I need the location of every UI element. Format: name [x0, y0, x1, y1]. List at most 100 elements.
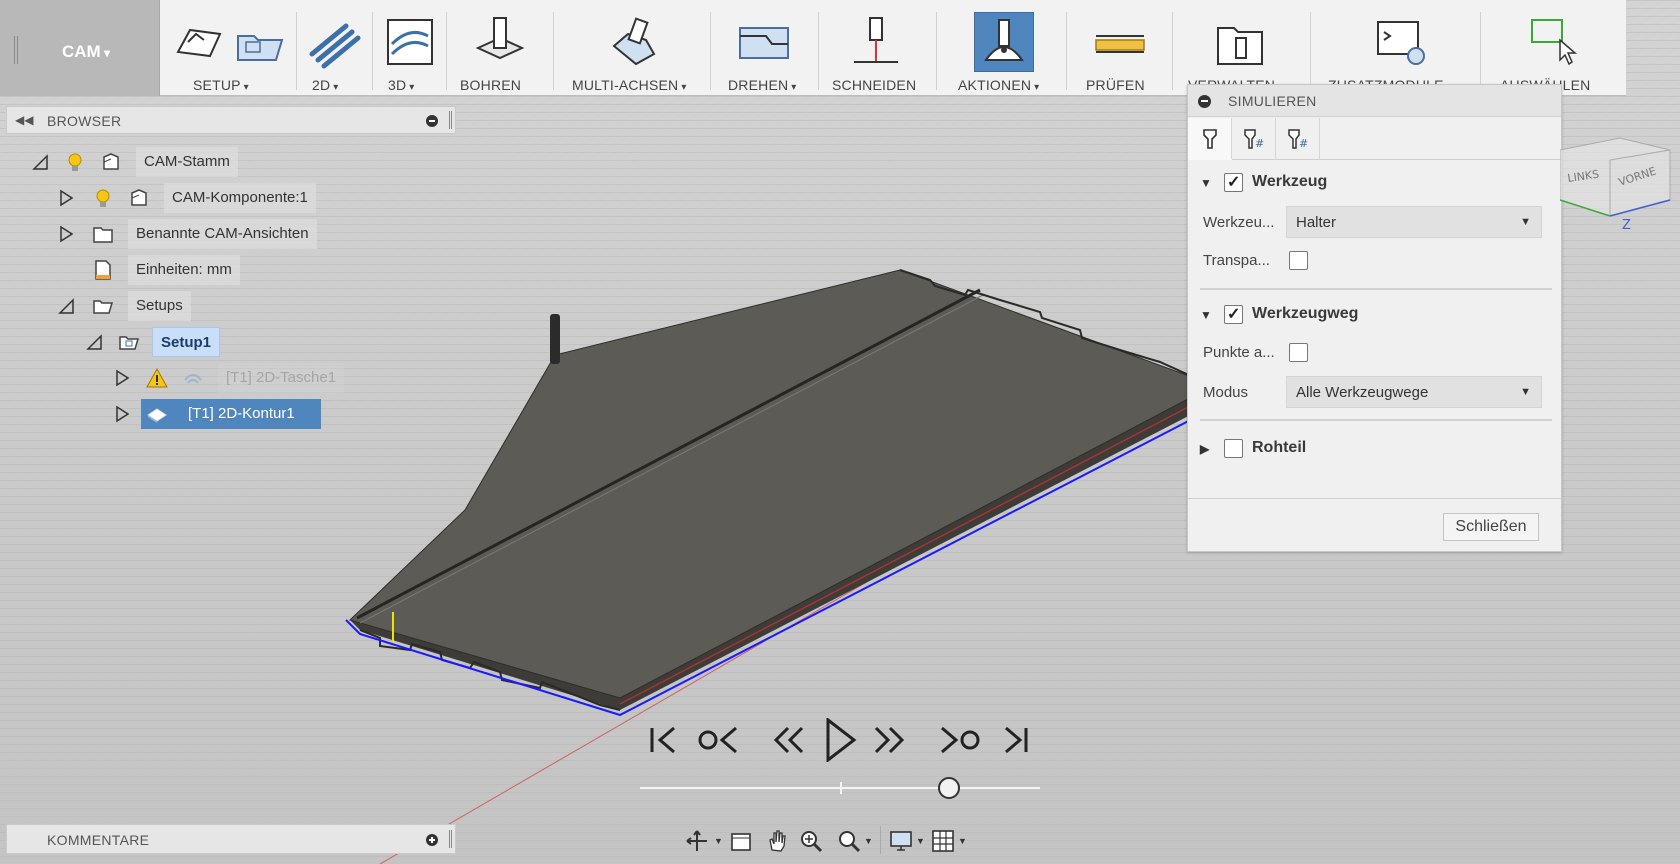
- toolbar-group-auswaehlen[interactable]: AUSWÄHLEN: [1484, 0, 1624, 96]
- tool-display-icon: [1203, 129, 1217, 149]
- select-cursor-icon[interactable]: [1528, 14, 1584, 70]
- collapsed-triangle-icon[interactable]: [114, 405, 130, 423]
- section-stock[interactable]: ▶ Rohteil: [1200, 437, 1540, 461]
- viewcube[interactable]: LINKS VORNE Z: [1559, 120, 1680, 233]
- tree-item-cam-component[interactable]: CAM-Komponente:1: [58, 183, 358, 213]
- toolbar-group-2d[interactable]: 2D: [300, 0, 370, 96]
- simulate-tabs: # #: [1188, 118, 1561, 160]
- folder-icon: [93, 227, 113, 243]
- dropdown-arrow-icon[interactable]: ▼: [916, 836, 925, 846]
- addins-script-icon[interactable]: [1372, 14, 1428, 70]
- component-icon: [103, 153, 119, 170]
- collapse-panel-icon[interactable]: ◀◀: [15, 113, 33, 127]
- play-icon[interactable]: [822, 718, 858, 762]
- 3d-milling-icon[interactable]: [382, 14, 438, 70]
- toolbar-group-aktionen[interactable]: AKTIONEN: [940, 0, 1060, 96]
- tree-item-setup1[interactable]: Setup1: [86, 327, 286, 357]
- select-value: Halter: [1296, 214, 1337, 231]
- toolbar: CAM SETUP 2D 3D BOHREN: [0, 0, 1626, 96]
- simulate-icon[interactable]: [976, 14, 1032, 70]
- cutting-icon[interactable]: [848, 14, 904, 70]
- panel-grip-icon[interactable]: [449, 830, 452, 848]
- toolbar-group-3d[interactable]: 3D: [376, 0, 446, 96]
- section-collapsed-icon[interactable]: ▶: [1200, 442, 1209, 456]
- tree-item-cam-root[interactable]: CAM-Stamm: [30, 147, 330, 177]
- section-expanded-icon[interactable]: ▼: [1200, 308, 1212, 322]
- section-toolpath[interactable]: ▼ Werkzeugweg: [1200, 303, 1540, 327]
- toolbar-group-drehen[interactable]: DREHEN: [714, 0, 814, 96]
- expanded-triangle-icon[interactable]: [86, 333, 102, 351]
- tool-library-icon[interactable]: [1212, 14, 1268, 70]
- pan-hand-icon[interactable]: [764, 828, 790, 854]
- dropdown-arrow-icon[interactable]: ▼: [864, 836, 873, 846]
- minimize-icon[interactable]: [1198, 95, 1211, 108]
- simulate-panel: SIMULIEREN # # ▼ Werkzeug Werkzeu... Hal…: [1187, 84, 1562, 552]
- toolbar-group-schneiden[interactable]: SCHNEIDEN: [822, 0, 932, 96]
- dropdown-arrow-icon[interactable]: ▼: [958, 836, 967, 846]
- jump-to-end-icon[interactable]: [1000, 718, 1032, 762]
- section-title: Rohteil: [1252, 439, 1307, 456]
- toolbar-group-bohren[interactable]: BOHREN: [450, 0, 550, 96]
- tool-visible-checkbox[interactable]: [1224, 172, 1243, 192]
- dropdown-arrow-icon[interactable]: ▼: [714, 836, 723, 846]
- zoom-window-icon[interactable]: [798, 828, 824, 854]
- step-forward-icon[interactable]: [870, 718, 910, 762]
- tree-item-units[interactable]: Einheiten: mm: [58, 255, 318, 285]
- toolbar-group-multiachsen[interactable]: MULTI-ACHSEN: [556, 0, 706, 96]
- grid-settings-icon[interactable]: [930, 828, 956, 854]
- tool-mode-select[interactable]: Halter ▼: [1286, 206, 1542, 238]
- collapsed-triangle-icon[interactable]: [58, 189, 74, 207]
- toolbar-grip[interactable]: [14, 36, 18, 64]
- section-expanded-icon[interactable]: ▼: [1200, 176, 1212, 190]
- jump-to-start-icon[interactable]: [646, 718, 682, 762]
- tab-info[interactable]: #: [1232, 118, 1276, 160]
- tree-item-named-views[interactable]: Benannte CAM-Ansichten: [58, 219, 358, 249]
- tree-item-pocket-operation[interactable]: [T1] 2D-Tasche1: [114, 363, 414, 393]
- tree-item-label: CAM-Stamm: [136, 147, 238, 177]
- section-title: Werkzeug: [1252, 173, 1328, 190]
- section-tool[interactable]: ▼ Werkzeug: [1200, 171, 1540, 195]
- look-at-icon[interactable]: [728, 828, 754, 854]
- stock-visible-checkbox[interactable]: [1224, 439, 1243, 458]
- orbit-icon[interactable]: [684, 828, 710, 854]
- panel-grip-icon[interactable]: [449, 111, 452, 129]
- toolbar-group-verwalten[interactable]: VERWALTEN: [1176, 0, 1306, 96]
- collapsed-triangle-icon[interactable]: [58, 225, 74, 243]
- turning-icon[interactable]: [736, 14, 792, 70]
- transparent-checkbox[interactable]: [1289, 251, 1308, 270]
- next-operation-icon[interactable]: [934, 718, 982, 762]
- show-points-checkbox[interactable]: [1289, 343, 1308, 362]
- expanded-triangle-icon[interactable]: [58, 297, 74, 315]
- expanded-triangle-icon[interactable]: [32, 153, 48, 171]
- lightbulb-icon[interactable]: [64, 151, 86, 173]
- toolpath-visible-checkbox[interactable]: [1224, 304, 1243, 324]
- tree-item-contour-operation[interactable]: [T1] 2D-Kontur1: [114, 399, 374, 429]
- display-settings-icon[interactable]: [888, 828, 914, 854]
- inspect-ruler-icon[interactable]: [1092, 14, 1148, 70]
- toolbar-group-setup[interactable]: SETUP: [160, 0, 296, 96]
- 2d-milling-icon[interactable]: [306, 14, 362, 70]
- multi-axis-icon[interactable]: [606, 14, 662, 70]
- lightbulb-icon[interactable]: [92, 187, 114, 209]
- toolpath-mode-select[interactable]: Alle Werkzeugwege ▼: [1286, 376, 1542, 408]
- new-setup-icon[interactable]: [170, 14, 226, 70]
- svg-text:#: #: [1299, 137, 1308, 150]
- zoom-fit-icon[interactable]: [836, 828, 862, 854]
- add-comment-icon[interactable]: [426, 834, 438, 846]
- comments-title: KOMMENTARE: [47, 832, 150, 848]
- tree-item-setups[interactable]: Setups: [58, 291, 258, 321]
- pocket-operation-icon: [184, 374, 202, 384]
- toolbar-group-zusatzmodule[interactable]: ZUSATZMODULE: [1314, 0, 1474, 96]
- minimize-icon[interactable]: [426, 115, 438, 127]
- previous-operation-icon[interactable]: [696, 718, 744, 762]
- toolbar-group-pruefen[interactable]: PRÜFEN: [1070, 0, 1170, 96]
- step-back-icon[interactable]: [768, 718, 808, 762]
- workspace-switcher[interactable]: CAM: [0, 0, 160, 96]
- tab-display[interactable]: [1188, 118, 1232, 160]
- drill-icon[interactable]: [472, 14, 528, 70]
- timeline-thumb[interactable]: [938, 777, 960, 799]
- close-button[interactable]: Schließen: [1443, 513, 1539, 541]
- collapsed-triangle-icon[interactable]: [114, 369, 130, 387]
- tab-statistics[interactable]: #: [1276, 118, 1320, 160]
- setup-sheet-icon[interactable]: [232, 14, 288, 70]
